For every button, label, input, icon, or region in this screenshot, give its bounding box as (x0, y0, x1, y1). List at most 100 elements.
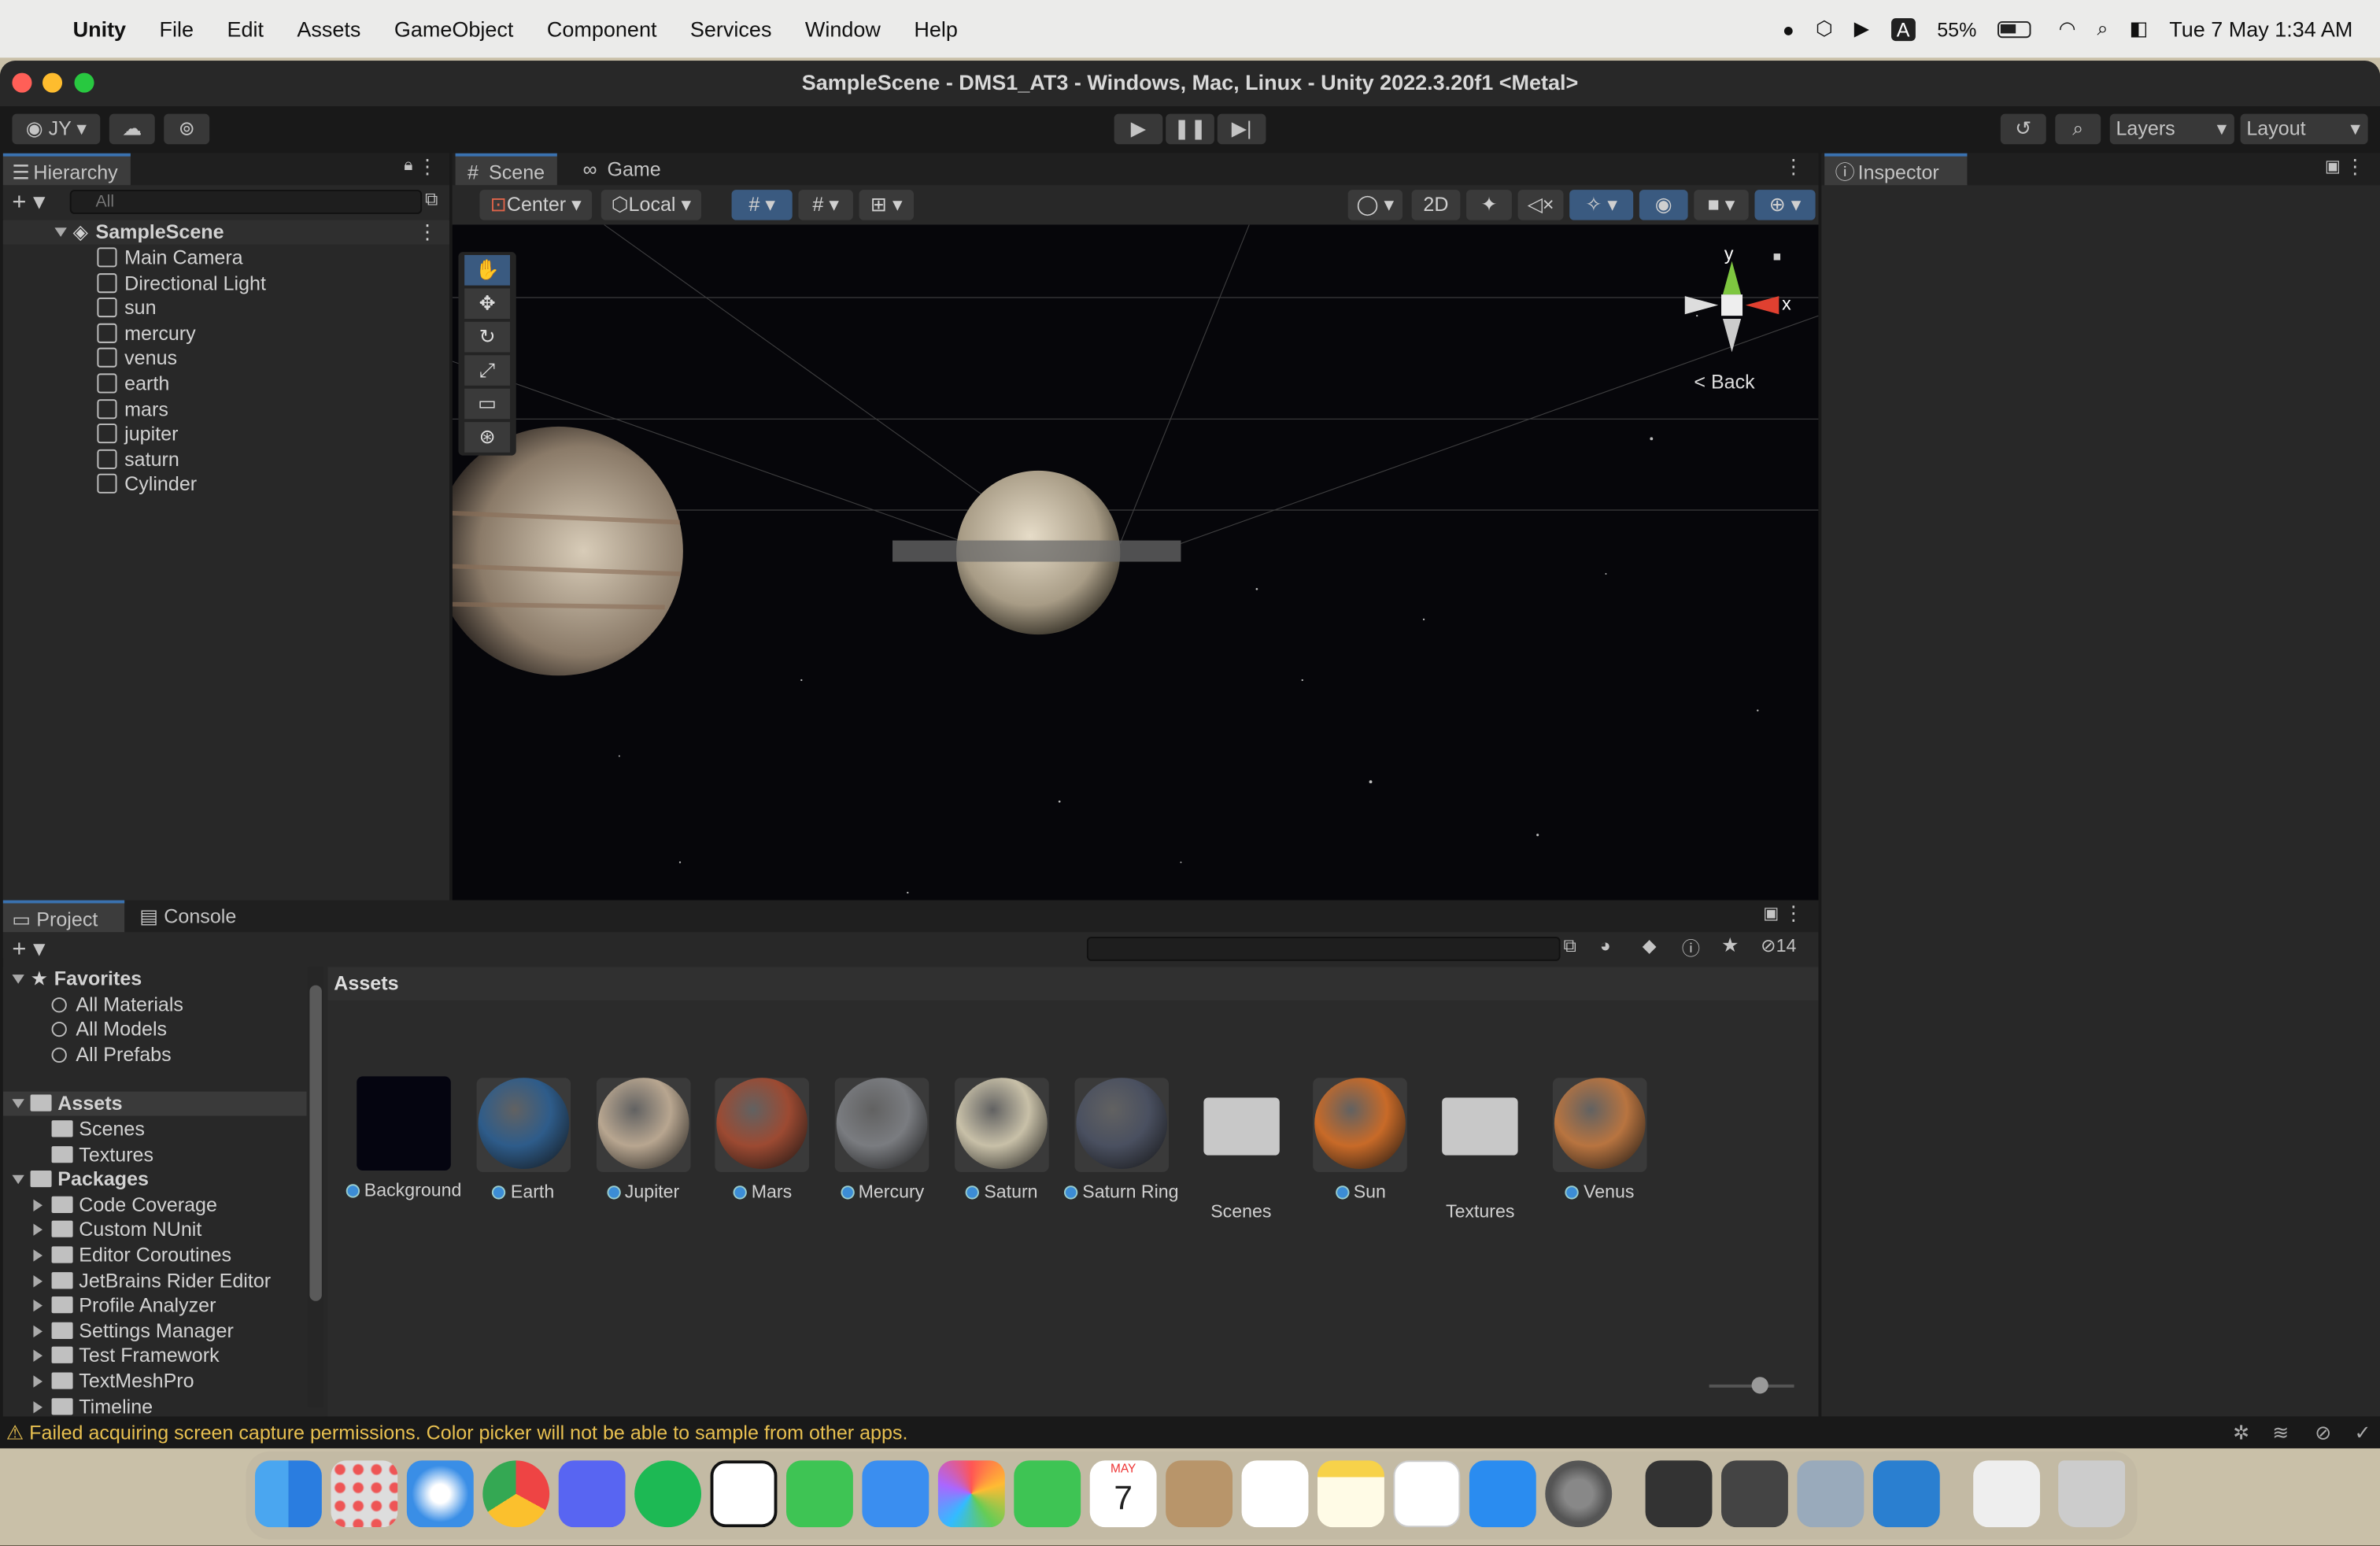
collapse-arrow-icon[interactable] (33, 1375, 43, 1388)
menu-assets[interactable]: Assets (297, 17, 360, 41)
tree-package-item[interactable]: TextMeshPro (3, 1370, 307, 1394)
saturn-ring[interactable] (893, 540, 1181, 562)
bake-icon[interactable]: ⊘ (2315, 1418, 2331, 1448)
collapse-arrow-icon[interactable] (33, 1199, 43, 1211)
lock-icon[interactable]: 🔒︎ (404, 157, 412, 176)
record-icon[interactable]: ● (1783, 17, 1794, 40)
tab-inspector[interactable]: ⓘ Inspector (1824, 153, 1968, 186)
tree-package-item[interactable]: Settings Manager (3, 1319, 307, 1344)
grid-visibility-button[interactable]: # ▾ (798, 190, 853, 220)
spotify-icon[interactable] (634, 1460, 702, 1528)
asset-item[interactable]: Scenes (1181, 1076, 1302, 1222)
menu-services[interactable]: Services (690, 17, 772, 41)
play-button[interactable]: ▶ (1114, 113, 1163, 145)
collapse-arrow-icon[interactable] (33, 1224, 43, 1237)
collapse-arrow-icon[interactable] (33, 1300, 43, 1312)
asset-item[interactable]: Background (343, 1076, 464, 1201)
favorite-star-icon[interactable]: ★ (1721, 934, 1739, 958)
launchpad-icon[interactable] (331, 1460, 398, 1528)
collapse-arrow-icon[interactable] (33, 1274, 43, 1287)
shading-mode-dropdown[interactable]: ◯ ▾ (1347, 190, 1403, 220)
scene-viewport[interactable]: ✋ ✥ ↻ ⤢ ▭ ⊛ y x ■ < Back (452, 224, 1819, 958)
clock[interactable]: Tue 7 May 1:34 AM (2169, 17, 2352, 41)
debug-icon[interactable]: ✲ (2233, 1418, 2249, 1448)
tab-scene[interactable]: # Scene (455, 153, 557, 186)
photos-icon[interactable] (937, 1460, 1005, 1528)
chrome-icon[interactable] (482, 1460, 550, 1528)
slider-thumb[interactable] (1751, 1377, 1768, 1394)
collapse-arrow-icon[interactable] (33, 1400, 43, 1413)
scene-visibility-toggle[interactable]: ◉ (1639, 190, 1688, 220)
minimize-window-button[interactable] (42, 72, 63, 93)
app-store-icon[interactable] (1469, 1460, 1536, 1528)
move-tool-button[interactable]: ✥ (464, 288, 511, 320)
tree-package-item[interactable]: Code Coverage (3, 1193, 307, 1217)
vscode-icon[interactable] (1872, 1460, 1940, 1528)
log-type-icon[interactable]: ⓘ (1682, 935, 1700, 961)
input-source-icon[interactable]: A (1890, 17, 1916, 41)
tab-project[interactable]: ▭ Project (2, 900, 125, 933)
hierarchy-item[interactable]: Main Camera (3, 246, 243, 270)
search-button[interactable]: ⌕ (2055, 113, 2101, 145)
wifi-icon[interactable]: ◠ (2059, 17, 2076, 41)
audio-toggle[interactable]: ◁× (1517, 190, 1564, 220)
tree-favorites[interactable]: ★ Favorites (3, 967, 307, 992)
thumbnail-size-slider[interactable] (1709, 1377, 1794, 1394)
rotate-tool-button[interactable]: ↻ (464, 321, 511, 353)
hierarchy-item[interactable]: Cylinder (3, 473, 197, 497)
hidden-packages-toggle[interactable]: ⊘14 (1761, 935, 1796, 956)
collapse-arrow-icon[interactable] (33, 1325, 43, 1337)
collab-button[interactable]: ⊚ (164, 113, 210, 145)
close-window-button[interactable] (12, 72, 32, 93)
check-icon[interactable]: ✓ (2354, 1418, 2371, 1448)
filter-by-type-icon[interactable]: ◕ (1600, 935, 1611, 956)
tree-package-item[interactable]: Custom NUnit (3, 1218, 307, 1242)
tree-packages[interactable]: Packages (3, 1167, 307, 1192)
breadcrumb-assets[interactable]: Assets (334, 971, 398, 994)
facetime-icon[interactable] (1014, 1460, 1081, 1528)
hierarchy-item[interactable]: mercury (3, 321, 196, 346)
hierarchy-item[interactable]: sun (3, 296, 157, 320)
hierarchy-item[interactable]: Directional Light (3, 271, 266, 295)
trash-icon[interactable] (2058, 1460, 2126, 1528)
status-message[interactable]: Failed acquiring screen capture permissi… (29, 1421, 907, 1444)
menu-component[interactable]: Component (547, 17, 657, 41)
tree-assets-folder[interactable]: Textures (3, 1142, 307, 1167)
pause-button[interactable]: ❚❚ (1166, 113, 1214, 145)
step-button[interactable]: ▶| (1217, 113, 1266, 145)
spotlight-icon[interactable]: ⌕ (2097, 17, 2108, 41)
discord-icon[interactable] (558, 1460, 626, 1528)
play-status-icon[interactable]: ▶ (1854, 17, 1869, 41)
hierarchy-search-input[interactable] (69, 190, 423, 214)
inspector-lock-icon[interactable]: ▣ (2325, 157, 2341, 176)
finder-icon[interactable] (255, 1460, 322, 1528)
hierarchy-item[interactable]: saturn (3, 448, 179, 472)
notion-icon[interactable] (710, 1460, 778, 1528)
progress-icon[interactable]: ≋ (2272, 1418, 2289, 1448)
search-mode-icon[interactable]: ⧉ (425, 188, 438, 211)
tree-favorite-item[interactable]: All Materials (3, 993, 307, 1017)
cloud-button[interactable]: ☁ (109, 113, 155, 145)
panel-menu-icon[interactable]: ⋮ (417, 155, 437, 179)
add-object-button[interactable]: + ▾ (12, 187, 45, 217)
history-button[interactable]: ↺ (2000, 113, 2046, 145)
view-tool-button[interactable]: ✋ (464, 255, 511, 286)
tab-game[interactable]: ∞ Game (574, 153, 673, 186)
inspector-menu-icon[interactable]: ⋮ (2345, 155, 2365, 179)
camera-dropdown[interactable]: ■ ▾ (1694, 190, 1749, 220)
hierarchy-item[interactable]: jupiter (3, 423, 179, 447)
account-dropdown[interactable]: ◉ JY ▾ (12, 113, 101, 145)
layers-dropdown[interactable]: Layers ▾ (2109, 113, 2234, 145)
grid-snap-button[interactable]: # ▾ (731, 190, 793, 220)
gizmo-lock-icon[interactable]: ■ (1773, 249, 1781, 264)
tree-scrollbar-thumb[interactable] (309, 985, 322, 1301)
tree-assets-folder[interactable]: Scenes (3, 1117, 307, 1141)
collapse-arrow-icon[interactable] (33, 1350, 43, 1363)
scene-root-row[interactable]: ◈ SampleScene ⋮ (2, 220, 449, 245)
collapse-arrow-icon[interactable] (33, 1249, 43, 1262)
tab-console[interactable]: ▤ Console (131, 901, 249, 933)
calendar-icon[interactable]: MAY 7 (1089, 1460, 1157, 1528)
asset-item[interactable]: Mercury (822, 1076, 943, 1202)
create-asset-button[interactable]: + ▾ (12, 934, 45, 964)
scene-menu-icon[interactable]: ⋮ (417, 220, 437, 245)
